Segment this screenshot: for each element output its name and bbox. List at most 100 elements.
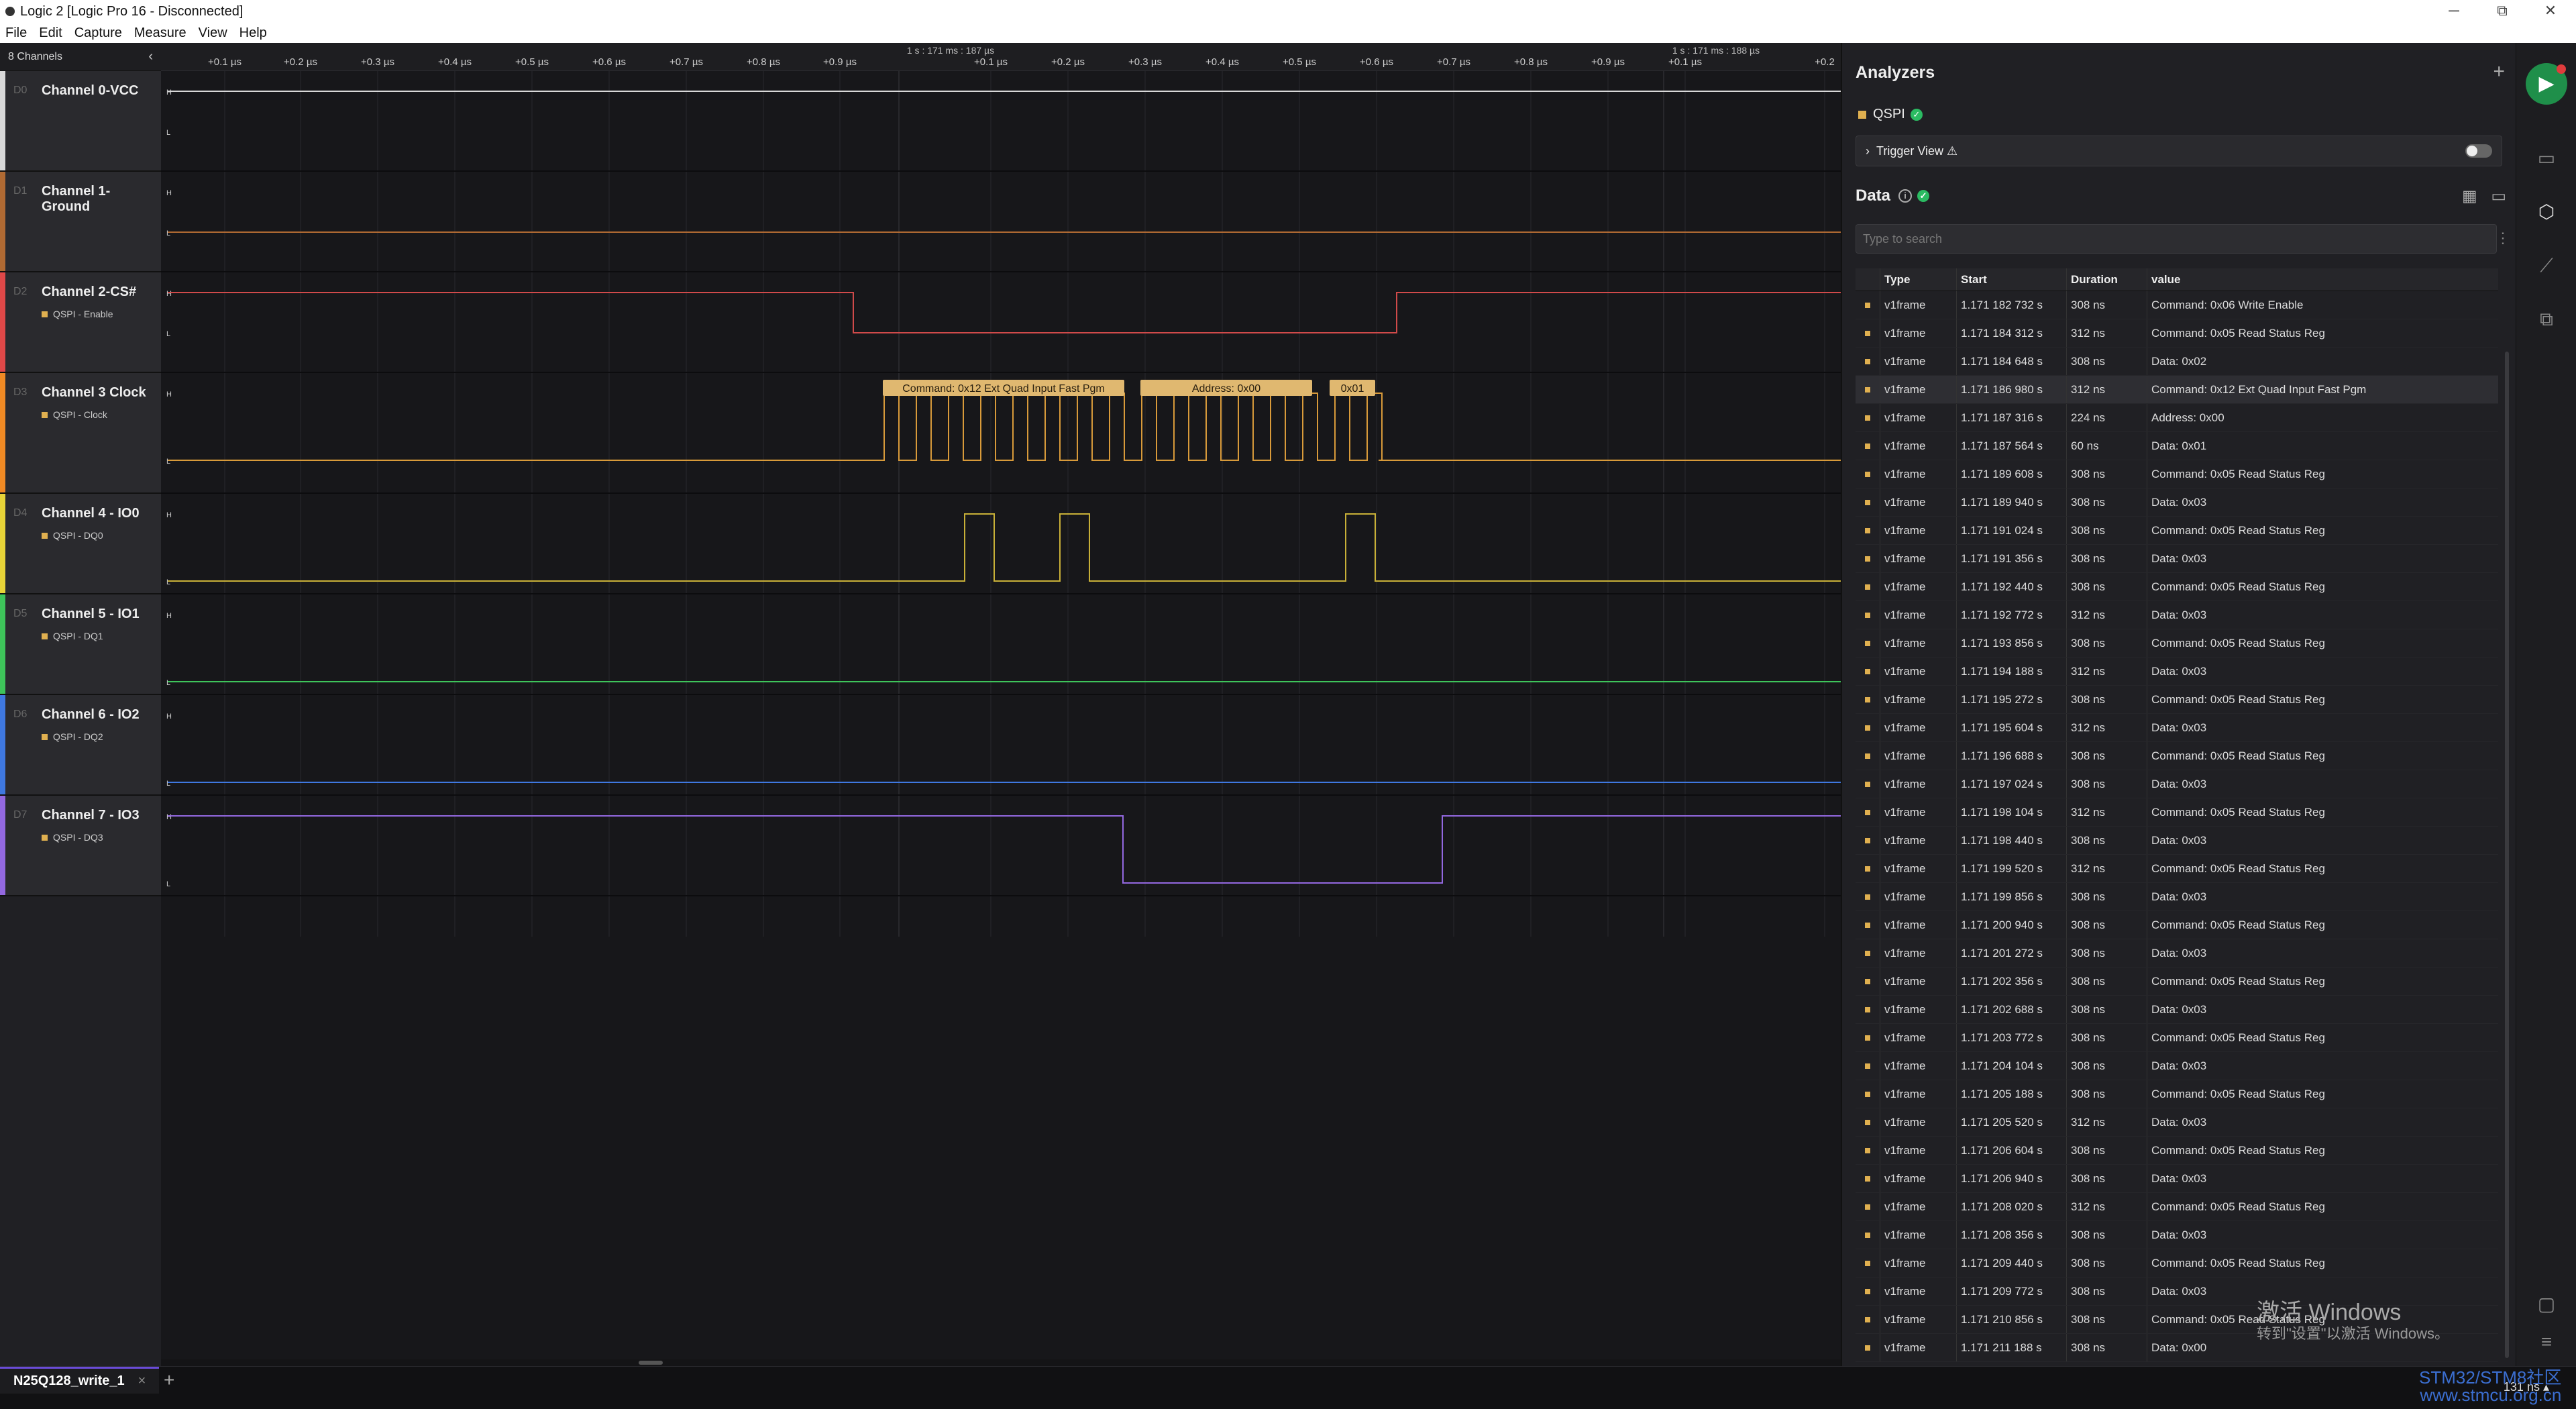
session-tab[interactable]: N25Q128_write_1 ×: [0, 1367, 160, 1394]
channel-name[interactable]: Channel 0-VCC: [42, 83, 138, 99]
col-duration[interactable]: Duration: [2066, 268, 2147, 291]
terminal-view-icon[interactable]: ▭: [2491, 187, 2506, 205]
table-row[interactable]: v1frame 1.171 191 356 s 308 ns Data: 0x0…: [1856, 545, 2498, 573]
close-tab-icon[interactable]: ×: [138, 1373, 146, 1389]
time-ruler[interactable]: +0.1 µs +0.2 µs +0.3 µs +0.4 µs +0.5 µs +0.6 …: [161, 43, 1841, 71]
table-row[interactable]: v1frame 1.171 199 856 s 308 ns Data: 0x0…: [1856, 883, 2498, 911]
menu-file[interactable]: File: [5, 25, 27, 41]
info-icon[interactable]: i: [1898, 189, 1913, 203]
table-row[interactable]: v1frame 1.171 202 356 s 308 ns Command: …: [1856, 968, 2498, 996]
table-row[interactable]: v1frame 1.171 208 020 s 312 ns Command: …: [1856, 1193, 2498, 1221]
cell-duration: 312 ns: [2066, 798, 2147, 826]
menu-capture[interactable]: Capture: [74, 25, 122, 41]
channel-name[interactable]: Channel 7 - IO3: [42, 808, 140, 823]
vertical-scrollbar[interactable]: [2505, 352, 2509, 1358]
table-row[interactable]: v1frame 1.171 198 104 s 312 ns Command: …: [1856, 798, 2498, 827]
table-row[interactable]: v1frame 1.171 203 772 s 308 ns Command: …: [1856, 1024, 2498, 1052]
analyzers-panel: Analyzers + QSPI ✓ › Trigger View ⚠ Data…: [1841, 43, 2516, 1366]
channel-row[interactable]: D7 Channel 7 - IO3 QSPI - DQ3: [0, 796, 161, 896]
table-row[interactable]: v1frame 1.171 209 440 s 308 ns Command: …: [1856, 1249, 2498, 1277]
menu-help[interactable]: Help: [239, 25, 267, 41]
channel-row[interactable]: D5 Channel 5 - IO1 QSPI - DQ1: [0, 594, 161, 695]
channel-name[interactable]: Channel 4 - IO0: [42, 506, 140, 521]
row-marker: [1856, 1006, 1880, 1012]
channel-name[interactable]: Channel 5 - IO1: [42, 607, 140, 622]
table-row[interactable]: v1frame 1.171 199 520 s 312 ns Command: …: [1856, 855, 2498, 883]
channel-row[interactable]: D3 Channel 3 Clock QSPI - Clock: [0, 373, 161, 494]
table-row[interactable]: v1frame 1.171 202 688 s 308 ns Data: 0x0…: [1856, 996, 2498, 1024]
waveform-canvas[interactable]: H L H L H L H L H L H L H L H L Command: 0x12 Ext Quad I…: [161, 71, 1841, 1359]
more-options-icon[interactable]: ⋮: [2496, 229, 2510, 247]
maximize-button[interactable]: ⧉: [2482, 0, 2522, 23]
level-high-label: H: [166, 612, 172, 620]
extensions-icon[interactable]: ⧉: [2533, 306, 2560, 333]
table-row[interactable]: v1frame 1.171 209 772 s 308 ns Data: 0x0…: [1856, 1277, 2498, 1306]
close-button[interactable]: ✕: [2530, 0, 2571, 23]
table-row[interactable]: v1frame 1.171 205 188 s 308 ns Command: …: [1856, 1080, 2498, 1108]
table-row[interactable]: v1frame 1.171 182 732 s 308 ns Command: …: [1856, 291, 2498, 319]
menu-icon[interactable]: ≡: [2533, 1328, 2560, 1355]
channel-name[interactable]: Channel 3 Clock: [42, 385, 146, 401]
analyzer-qspi[interactable]: QSPI ✓: [1858, 107, 1923, 122]
waveform-area[interactable]: +0.1 µs +0.2 µs +0.3 µs +0.4 µs +0.5 µs +0.6 …: [161, 43, 1841, 1366]
table-row[interactable]: v1frame 1.171 184 648 s 308 ns Data: 0x0…: [1856, 348, 2498, 376]
table-row[interactable]: v1frame 1.171 204 104 s 308 ns Data: 0x0…: [1856, 1052, 2498, 1080]
channel-row[interactable]: D1 Channel 1- Ground: [0, 172, 161, 272]
table-row[interactable]: v1frame 1.171 196 688 s 308 ns Command: …: [1856, 742, 2498, 770]
table-row[interactable]: v1frame 1.171 206 940 s 308 ns Data: 0x0…: [1856, 1165, 2498, 1193]
analyzers-icon[interactable]: ⬡: [2533, 199, 2560, 225]
add-tab-button[interactable]: +: [164, 1369, 174, 1391]
table-view-icon[interactable]: ▦: [2462, 187, 2477, 205]
table-row[interactable]: v1frame 1.171 189 940 s 308 ns Data: 0x0…: [1856, 488, 2498, 517]
channel-row[interactable]: D4 Channel 4 - IO0 QSPI - DQ0: [0, 494, 161, 594]
table-row[interactable]: v1frame 1.171 187 564 s 60 ns Data: 0x01: [1856, 432, 2498, 460]
channel-name[interactable]: Channel 2-CS#: [42, 284, 136, 300]
feedback-icon[interactable]: ▢: [2533, 1291, 2560, 1318]
table-row[interactable]: v1frame 1.171 200 940 s 308 ns Command: …: [1856, 911, 2498, 939]
trigger-view[interactable]: › Trigger View ⚠: [1856, 136, 2502, 166]
table-row[interactable]: v1frame 1.171 186 980 s 312 ns Command: …: [1856, 376, 2498, 404]
channel-analyzer-label: QSPI - Enable: [53, 309, 113, 319]
cell-start: 1.171 186 980 s: [1956, 376, 2066, 403]
table-row[interactable]: v1frame 1.171 194 188 s 312 ns Data: 0x0…: [1856, 658, 2498, 686]
col-start[interactable]: Start: [1956, 268, 2066, 291]
table-row[interactable]: v1frame 1.171 195 272 s 308 ns Command: …: [1856, 686, 2498, 714]
chevron-right-icon[interactable]: ›: [1866, 144, 1870, 158]
minimize-button[interactable]: ─: [2434, 0, 2474, 23]
add-analyzer-button[interactable]: +: [2493, 60, 2505, 83]
trigger-toggle[interactable]: [2465, 144, 2492, 158]
channel-row[interactable]: D0 Channel 0-VCC: [0, 71, 161, 172]
col-type[interactable]: Type: [1880, 268, 1956, 291]
channel-name[interactable]: Channel 6 - IO2: [42, 707, 140, 723]
search-input[interactable]: [1856, 224, 2497, 254]
table-row[interactable]: v1frame 1.171 187 316 s 224 ns Address: …: [1856, 404, 2498, 432]
table-row[interactable]: v1frame 1.171 192 772 s 312 ns Data: 0x0…: [1856, 601, 2498, 629]
col-value[interactable]: value: [2147, 268, 2498, 291]
menu-view[interactable]: View: [199, 25, 227, 41]
channel-row[interactable]: D6 Channel 6 - IO2 QSPI - DQ2: [0, 695, 161, 796]
menu-edit[interactable]: Edit: [39, 25, 62, 41]
table-row[interactable]: v1frame 1.171 206 604 s 308 ns Command: …: [1856, 1137, 2498, 1165]
table-row[interactable]: v1frame 1.171 205 520 s 312 ns Data: 0x0…: [1856, 1108, 2498, 1137]
channel-name[interactable]: Channel 1- Ground: [42, 184, 161, 215]
table-row[interactable]: v1frame 1.171 191 024 s 308 ns Command: …: [1856, 517, 2498, 545]
table-row[interactable]: v1frame 1.171 184 312 s 312 ns Command: …: [1856, 319, 2498, 348]
table-row[interactable]: v1frame 1.171 198 440 s 308 ns Data: 0x0…: [1856, 827, 2498, 855]
table-row[interactable]: v1frame 1.171 195 604 s 312 ns Data: 0x0…: [1856, 714, 2498, 742]
cell-duration: 308 ns: [2066, 629, 2147, 657]
measure-icon[interactable]: ⟋: [2533, 252, 2560, 279]
channel-row[interactable]: D2 Channel 2-CS# QSPI - Enable: [0, 272, 161, 373]
ruler-tick-label: +0.8 µs: [1514, 56, 1548, 68]
start-capture-button[interactable]: ▶: [2526, 63, 2567, 105]
menu-measure[interactable]: Measure: [134, 25, 186, 41]
table-row[interactable]: v1frame 1.171 197 024 s 308 ns Data: 0x0…: [1856, 770, 2498, 798]
horizontal-scrollbar[interactable]: [161, 1359, 1841, 1366]
table-row[interactable]: v1frame 1.171 201 272 s 308 ns Data: 0x0…: [1856, 939, 2498, 968]
table-row[interactable]: v1frame 1.171 192 440 s 308 ns Command: …: [1856, 573, 2498, 601]
table-row[interactable]: v1frame 1.171 193 856 s 308 ns Command: …: [1856, 629, 2498, 658]
table-row[interactable]: v1frame 1.171 189 608 s 308 ns Command: …: [1856, 460, 2498, 488]
scroll-thumb[interactable]: [639, 1361, 663, 1365]
chevron-left-icon[interactable]: ‹: [148, 49, 153, 64]
device-icon[interactable]: ▭: [2533, 145, 2560, 172]
table-row[interactable]: v1frame 1.171 208 356 s 308 ns Data: 0x0…: [1856, 1221, 2498, 1249]
